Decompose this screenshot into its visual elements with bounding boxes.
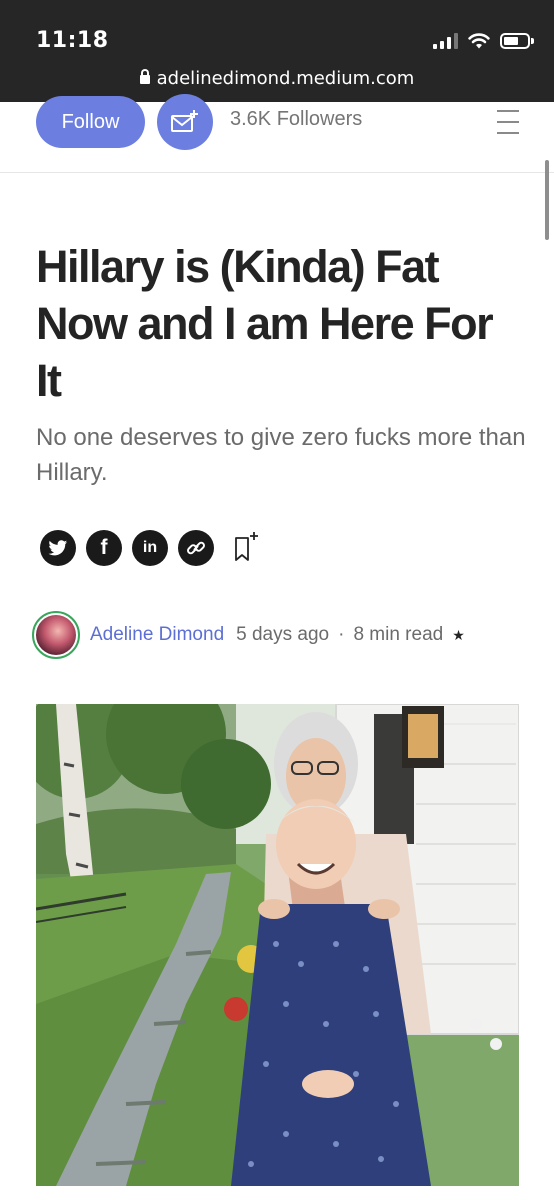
twitter-bird-glyph (48, 539, 68, 555)
cellular-signal-icon (433, 33, 458, 49)
link-icon[interactable] (178, 530, 214, 566)
member-star-icon: ★ (452, 626, 465, 643)
menu-icon[interactable] (497, 110, 519, 134)
status-time: 11:18 (36, 28, 109, 53)
article-subtitle: No one deserves to give zero fucks more … (36, 424, 526, 486)
header-divider (0, 172, 554, 173)
linkedin-icon[interactable]: in (132, 530, 168, 566)
battery-icon (500, 33, 534, 49)
follow-button[interactable]: Follow (36, 96, 145, 148)
facebook-icon[interactable]: f (86, 530, 122, 566)
article-hero-image[interactable] (36, 704, 519, 1186)
address-bar[interactable]: adelinedimond.medium.com (0, 68, 554, 89)
linkedin-glyph: in (142, 539, 158, 556)
share-buttons: f in (40, 530, 214, 566)
wifi-icon (468, 33, 490, 49)
author-byline: Adeline Dimond 5 days ago · 8 min read ★ (32, 610, 465, 660)
lock-icon (139, 69, 150, 84)
status-bar: 11:18 adelinedimond.medium.com (0, 0, 554, 102)
read-time: 8 min read (353, 624, 444, 645)
mail-plus-icon (171, 110, 198, 132)
subscribe-email-button[interactable] (157, 94, 213, 150)
author-name-link[interactable]: Adeline Dimond (90, 624, 224, 646)
twitter-icon[interactable] (40, 530, 76, 566)
facebook-glyph: f (100, 536, 108, 559)
meta-separator: · (338, 624, 345, 645)
bookmark-add-icon[interactable] (233, 530, 261, 564)
followers-count[interactable]: 3.6K Followers (230, 108, 362, 131)
scrollbar[interactable] (545, 160, 549, 240)
article-title: Hillary is (Kinda) Fat Now and I am Here… (36, 241, 494, 406)
avatar-image (36, 615, 76, 655)
avatar[interactable] (32, 611, 80, 659)
system-icons (433, 30, 534, 52)
chain-link-glyph (187, 541, 205, 555)
hero-photo-scene (36, 704, 519, 1186)
url-text[interactable]: adelinedimond.medium.com (157, 68, 415, 89)
publish-date: 5 days ago (236, 624, 330, 645)
